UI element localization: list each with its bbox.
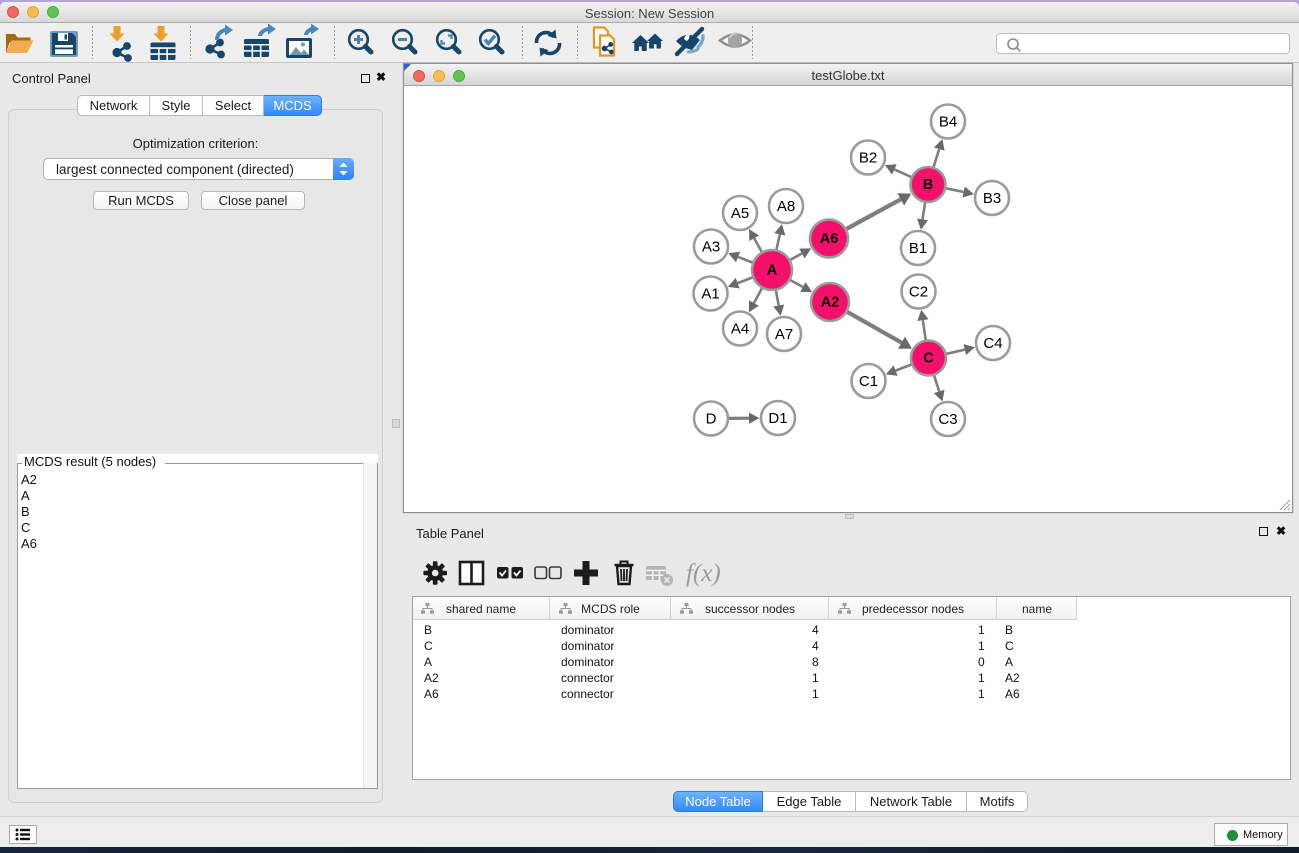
svg-text:A4: A4	[731, 321, 749, 338]
svg-text:A8: A8	[777, 198, 795, 215]
svg-text:A: A	[767, 263, 778, 279]
svg-text:f(x): f(x)	[686, 560, 721, 587]
svg-text:D: D	[706, 411, 717, 428]
svg-text:B1: B1	[909, 240, 927, 257]
svg-text:D1: D1	[768, 410, 787, 427]
svg-text:A2: A2	[821, 295, 840, 311]
svg-text:C4: C4	[983, 335, 1002, 352]
svg-text:A3: A3	[702, 239, 720, 256]
svg-text:A6: A6	[820, 231, 839, 247]
svg-text:B2: B2	[859, 150, 877, 167]
svg-text:C1: C1	[859, 373, 878, 390]
svg-text:B3: B3	[983, 190, 1001, 207]
svg-text:A5: A5	[731, 205, 749, 222]
svg-text:C2: C2	[909, 284, 928, 301]
svg-text:B: B	[923, 177, 933, 193]
svg-text:C: C	[923, 351, 934, 367]
svg-text:A7: A7	[775, 326, 793, 343]
svg-text:B4: B4	[939, 114, 957, 131]
svg-text:C3: C3	[938, 411, 957, 428]
svg-text:A1: A1	[701, 286, 719, 303]
